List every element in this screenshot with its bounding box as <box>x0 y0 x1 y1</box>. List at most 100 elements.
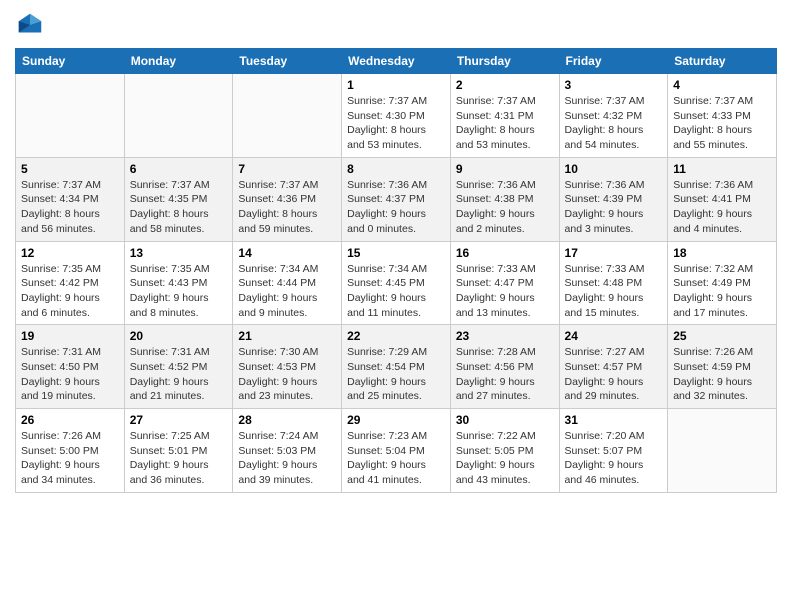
weekday-header-friday: Friday <box>559 49 668 74</box>
calendar-cell: 20Sunrise: 7:31 AM Sunset: 4:52 PM Dayli… <box>124 325 233 409</box>
calendar-cell: 14Sunrise: 7:34 AM Sunset: 4:44 PM Dayli… <box>233 241 342 325</box>
weekday-header-tuesday: Tuesday <box>233 49 342 74</box>
calendar-cell <box>233 74 342 158</box>
calendar-cell <box>668 409 777 493</box>
weekday-header-thursday: Thursday <box>450 49 559 74</box>
calendar-cell: 15 Sunrise: 7:34 AM Sunset: 4:45 PM Dayli… <box>342 241 451 325</box>
day-number: 13 <box>130 246 228 260</box>
day-number: 4 <box>673 78 771 92</box>
day-info: Sunrise: 7:33 AM Sunset: 4:47 PM Dayligh… <box>456 262 554 321</box>
day-info: Sunrise: 7:27 AM Sunset: 4:57 PM Dayligh… <box>565 345 663 404</box>
calendar-cell: 17 Sunrise: 7:33 AM Sunset: 4:48 PM Dayli… <box>559 241 668 325</box>
calendar-cell: 7 Sunrise: 7:37 AM Sunset: 4:36 PM Daylig… <box>233 157 342 241</box>
day-number: 10 <box>565 162 663 176</box>
day-info: Sunrise: 7:28 AM Sunset: 4:56 PM Dayligh… <box>456 345 554 404</box>
day-number: 29 <box>347 413 445 427</box>
day-number: 28 <box>238 413 336 427</box>
day-number: 8 <box>347 162 445 176</box>
calendar-cell: 3Sunrise: 7:37 AM Sunset: 4:32 PM Daylig… <box>559 74 668 158</box>
day-number: 1 <box>347 78 445 92</box>
day-number: 14 <box>238 246 336 260</box>
week-row-4: 19 Sunrise: 7:31 AM Sunset: 4:50 PM Dayli… <box>16 325 777 409</box>
week-row-5: 26 Sunrise: 7:26 AM Sunset: 5:00 PM Dayli… <box>16 409 777 493</box>
day-number: 24 <box>565 329 663 343</box>
day-info: Sunrise: 7:26 AM Sunset: 4:59 PM Dayligh… <box>673 345 771 404</box>
day-info: Sunrise: 7:33 AM Sunset: 4:48 PM Dayligh… <box>565 262 663 321</box>
day-number: 9 <box>456 162 554 176</box>
calendar-cell: 8 Sunrise: 7:36 AM Sunset: 4:37 PM Daylig… <box>342 157 451 241</box>
calendar-cell: 13 Sunrise: 7:35 AM Sunset: 4:43 PM Dayli… <box>124 241 233 325</box>
calendar-cell: 24 Sunrise: 7:27 AM Sunset: 4:57 PM Dayli… <box>559 325 668 409</box>
calendar-cell: 9 Sunrise: 7:36 AM Sunset: 4:38 PM Daylig… <box>450 157 559 241</box>
calendar-cell: 21 Sunrise: 7:30 AM Sunset: 4:53 PM Dayli… <box>233 325 342 409</box>
day-info: Sunrise: 7:36 AM Sunset: 4:41 PM Dayligh… <box>673 178 771 237</box>
day-info: Sunrise: 7:36 AM Sunset: 4:37 PM Dayligh… <box>347 178 445 237</box>
calendar-cell: 11 Sunrise: 7:36 AM Sunset: 4:41 PM Dayli… <box>668 157 777 241</box>
calendar-table: SundayMondayTuesdayWednesdayThursdayFrid… <box>15 48 777 493</box>
day-number: 31 <box>565 413 663 427</box>
day-info: Sunrise: 7:26 AM Sunset: 5:00 PM Dayligh… <box>21 429 119 488</box>
day-info: Sunrise: 7:37 AM Sunset: 4:36 PM Dayligh… <box>238 178 336 237</box>
calendar-cell: 27 Sunrise: 7:25 AM Sunset: 5:01 PM Dayli… <box>124 409 233 493</box>
week-row-2: 5 Sunrise: 7:37 AM Sunset: 4:34 PM Daylig… <box>16 157 777 241</box>
day-info: Sunrise: 7:37 AM Sunset: 4:34 PM Dayligh… <box>21 178 119 237</box>
calendar-cell: 28Sunrise: 7:24 AM Sunset: 5:03 PM Dayli… <box>233 409 342 493</box>
day-number: 26 <box>21 413 119 427</box>
calendar-cell: 25 Sunrise: 7:26 AM Sunset: 4:59 PM Dayli… <box>668 325 777 409</box>
day-number: 30 <box>456 413 554 427</box>
calendar-cell: 19 Sunrise: 7:31 AM Sunset: 4:50 PM Dayli… <box>16 325 125 409</box>
weekday-header-wednesday: Wednesday <box>342 49 451 74</box>
calendar-cell <box>16 74 125 158</box>
day-info: Sunrise: 7:36 AM Sunset: 4:38 PM Dayligh… <box>456 178 554 237</box>
day-number: 11 <box>673 162 771 176</box>
day-number: 19 <box>21 329 119 343</box>
calendar-cell: 16Sunrise: 7:33 AM Sunset: 4:47 PM Dayli… <box>450 241 559 325</box>
day-info: Sunrise: 7:35 AM Sunset: 4:43 PM Dayligh… <box>130 262 228 321</box>
day-number: 18 <box>673 246 771 260</box>
weekday-header-sunday: Sunday <box>16 49 125 74</box>
calendar-cell: 22Sunrise: 7:29 AM Sunset: 4:54 PM Dayli… <box>342 325 451 409</box>
logo-icon <box>15 10 45 40</box>
day-info: Sunrise: 7:35 AM Sunset: 4:42 PM Dayligh… <box>21 262 119 321</box>
day-info: Sunrise: 7:20 AM Sunset: 5:07 PM Dayligh… <box>565 429 663 488</box>
day-number: 21 <box>238 329 336 343</box>
day-info: Sunrise: 7:37 AM Sunset: 4:30 PM Dayligh… <box>347 94 445 153</box>
day-number: 2 <box>456 78 554 92</box>
calendar-cell: 23 Sunrise: 7:28 AM Sunset: 4:56 PM Dayli… <box>450 325 559 409</box>
day-number: 7 <box>238 162 336 176</box>
day-number: 25 <box>673 329 771 343</box>
day-info: Sunrise: 7:37 AM Sunset: 4:33 PM Dayligh… <box>673 94 771 153</box>
weekday-header-monday: Monday <box>124 49 233 74</box>
calendar-cell: 31 Sunrise: 7:20 AM Sunset: 5:07 PM Dayli… <box>559 409 668 493</box>
calendar-cell: 30 Sunrise: 7:22 AM Sunset: 5:05 PM Dayli… <box>450 409 559 493</box>
day-info: Sunrise: 7:25 AM Sunset: 5:01 PM Dayligh… <box>130 429 228 488</box>
day-number: 15 <box>347 246 445 260</box>
day-number: 3 <box>565 78 663 92</box>
day-number: 17 <box>565 246 663 260</box>
day-info: Sunrise: 7:31 AM Sunset: 4:50 PM Dayligh… <box>21 345 119 404</box>
day-info: Sunrise: 7:22 AM Sunset: 5:05 PM Dayligh… <box>456 429 554 488</box>
day-info: Sunrise: 7:32 AM Sunset: 4:49 PM Dayligh… <box>673 262 771 321</box>
calendar-cell: 5 Sunrise: 7:37 AM Sunset: 4:34 PM Daylig… <box>16 157 125 241</box>
day-number: 5 <box>21 162 119 176</box>
logo <box>15 10 49 40</box>
day-info: Sunrise: 7:31 AM Sunset: 4:52 PM Dayligh… <box>130 345 228 404</box>
day-number: 6 <box>130 162 228 176</box>
calendar-cell: 18 Sunrise: 7:32 AM Sunset: 4:49 PM Dayli… <box>668 241 777 325</box>
calendar-cell: 6 Sunrise: 7:37 AM Sunset: 4:35 PM Daylig… <box>124 157 233 241</box>
day-info: Sunrise: 7:30 AM Sunset: 4:53 PM Dayligh… <box>238 345 336 404</box>
day-number: 27 <box>130 413 228 427</box>
calendar-cell: 26 Sunrise: 7:26 AM Sunset: 5:00 PM Dayli… <box>16 409 125 493</box>
calendar-cell: 10Sunrise: 7:36 AM Sunset: 4:39 PM Dayli… <box>559 157 668 241</box>
calendar-cell: 1 Sunrise: 7:37 AM Sunset: 4:30 PM Daylig… <box>342 74 451 158</box>
week-row-3: 12Sunrise: 7:35 AM Sunset: 4:42 PM Dayli… <box>16 241 777 325</box>
calendar-cell: 2Sunrise: 7:37 AM Sunset: 4:31 PM Daylig… <box>450 74 559 158</box>
day-info: Sunrise: 7:34 AM Sunset: 4:45 PM Dayligh… <box>347 262 445 321</box>
day-info: Sunrise: 7:37 AM Sunset: 4:35 PM Dayligh… <box>130 178 228 237</box>
day-number: 23 <box>456 329 554 343</box>
week-row-1: 1 Sunrise: 7:37 AM Sunset: 4:30 PM Daylig… <box>16 74 777 158</box>
header <box>15 10 777 40</box>
day-number: 22 <box>347 329 445 343</box>
weekday-header-row: SundayMondayTuesdayWednesdayThursdayFrid… <box>16 49 777 74</box>
calendar-cell: 4 Sunrise: 7:37 AM Sunset: 4:33 PM Daylig… <box>668 74 777 158</box>
